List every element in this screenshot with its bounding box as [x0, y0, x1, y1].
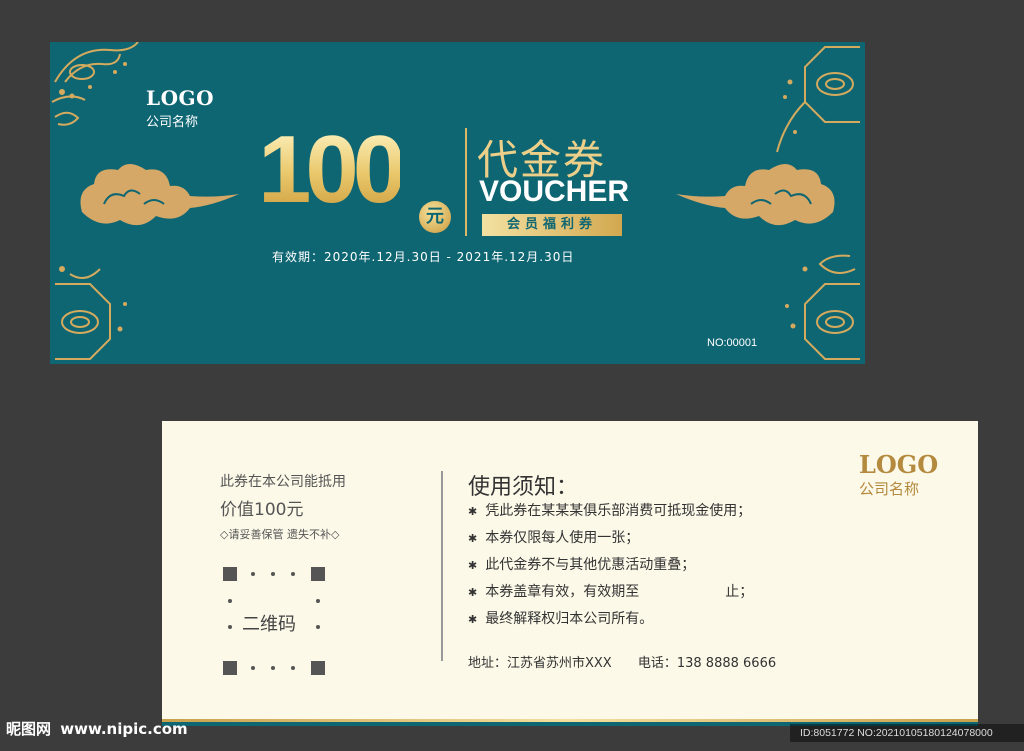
logo-text: LOGO	[146, 86, 214, 110]
voucher-back: 此券在本公司能抵用 价值100元 ◇请妥善保管 遗失不补◇ 二维码 使用须知： …	[162, 421, 978, 726]
rules-title: 使用须知：	[468, 475, 579, 500]
voucher-amount: 100	[258, 116, 406, 223]
site-url: www.nipic.com	[60, 720, 188, 738]
floral-ornament-icon	[785, 254, 860, 360]
rule-item: ✱ 凭此券在某某某俱乐部消费可抵现金使用；	[468, 503, 752, 519]
company-name: 公司名称	[146, 115, 199, 130]
site-watermark: 昵图网 www.nipic.com	[6, 718, 188, 739]
usage-note: ◇请妥善保管 遗失不补◇	[220, 528, 340, 541]
usage-line-1: 此券在本公司能抵用	[220, 474, 346, 490]
floral-ornament-icon	[55, 266, 127, 360]
member-label: 会员福利券	[482, 214, 622, 236]
qr-corner	[223, 661, 237, 675]
phone: 电话：138 8888 6666	[637, 656, 777, 671]
front-logo: LOGO 公司名称	[146, 86, 214, 130]
image-id-watermark: ID:8051772 NO:20210105180124078000	[790, 724, 1024, 742]
usage-value-block: 此券在本公司能抵用 价值100元 ◇请妥善保管 遗失不补◇	[220, 471, 346, 542]
address: 地址：江苏省苏州市XXX	[468, 656, 612, 671]
voucher-title-en: VOUCHER	[479, 175, 630, 208]
contact-info: 地址：江苏省苏州市XXX 电话：138 8888 6666	[468, 652, 798, 671]
qr-code-placeholder: 二维码	[223, 567, 325, 675]
qr-corner	[311, 567, 325, 581]
currency-unit-badge: 元	[419, 201, 451, 233]
qr-corner	[311, 661, 325, 675]
title-divider	[465, 128, 467, 236]
floral-ornament-icon	[776, 46, 860, 153]
logo-text: LOGO	[859, 450, 939, 479]
qr-code-label: 二维码	[242, 614, 296, 635]
site-name: 昵图网	[6, 720, 52, 738]
qr-corner	[223, 567, 237, 581]
auspicious-cloud-icon	[676, 164, 835, 226]
voucher-front: LOGO 公司名称 100 元 代金券 VOUCHER 会员福利券 有效期：20…	[50, 42, 865, 364]
company-name: 公司名称	[859, 480, 920, 498]
back-logo: LOGO 公司名称	[859, 450, 938, 499]
rule-item: ✱ 本券盖章有效，有效期至 止；	[468, 584, 754, 600]
back-divider	[441, 471, 443, 661]
rules-list: ✱ 凭此券在某某某俱乐部消费可抵现金使用； ✱ 本券仅限每人使用一张； ✱ 此代金券不…	[468, 498, 753, 633]
rule-item: ✱ 此代金券不与其他优惠活动重叠；	[468, 557, 696, 573]
usage-line-2: 价值100元	[220, 500, 304, 520]
rule-item: ✱ 最终解释权归本公司所有。	[468, 611, 654, 627]
rule-item: ✱ 本券仅限每人使用一张；	[468, 530, 640, 546]
serial-number: NO:00001	[707, 337, 758, 349]
floral-ornament-icon	[51, 42, 139, 126]
validity-period: 有效期：2020年.12月.30日 - 2021年.12月.30日	[272, 250, 575, 264]
auspicious-cloud-icon	[80, 164, 239, 226]
